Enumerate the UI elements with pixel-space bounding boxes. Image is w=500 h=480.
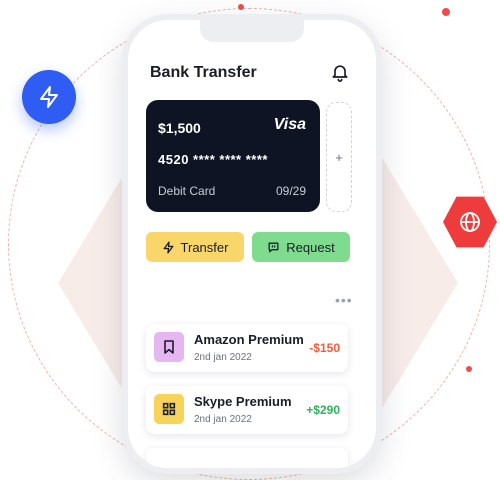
transaction-item[interactable]: Skype Premium 2nd jan 2022 +$290 [146, 386, 348, 434]
transaction-icon-box [154, 394, 184, 424]
card-expiry: 09/29 [275, 184, 306, 198]
bell-icon [332, 65, 348, 82]
transaction-amount: +$290 [306, 403, 340, 417]
transaction-date: 2nd jan 2022 [194, 414, 252, 425]
card-type-label: Debit Card [158, 184, 216, 198]
phone-notch [200, 20, 304, 42]
transaction-date: 2nd jan 2022 [194, 352, 252, 363]
globe-icon [460, 212, 480, 232]
decorative-dot [238, 4, 244, 10]
card-brand: Visa [273, 116, 306, 133]
bookmark-icon [164, 340, 174, 354]
card-balance: $1,500 [158, 120, 201, 136]
lightning-icon [163, 240, 174, 254]
transaction-icon-box [154, 332, 184, 362]
page-title: Bank Transfer [150, 64, 257, 81]
decorative-dot [442, 8, 450, 16]
debit-card[interactable]: $1,500 Visa 4520 **** **** **** Debit Ca… [146, 100, 320, 212]
message-icon [268, 242, 279, 252]
request-button[interactable]: Request [252, 232, 350, 262]
transfer-button[interactable]: Transfer [146, 232, 244, 262]
grid-icon [162, 402, 176, 416]
transaction-amount: -$150 [309, 341, 340, 355]
lightning-icon [40, 86, 58, 108]
phone-frame: Bank Transfer $1,500 Visa 4520 **** ****… [122, 14, 382, 474]
transaction-item-partial [146, 448, 348, 468]
card-number: 4520 **** **** **** [158, 152, 268, 167]
more-options-button[interactable]: ••• [335, 292, 353, 308]
decorative-dot [466, 366, 472, 372]
add-card-button[interactable]: + [326, 102, 352, 212]
plus-icon: + [335, 149, 343, 165]
transfer-label: Transfer [180, 239, 229, 255]
transaction-name: Amazon Premium [194, 332, 304, 347]
request-label: Request [286, 239, 335, 255]
transaction-item[interactable]: Amazon Premium 2nd jan 2022 -$150 [146, 324, 348, 372]
lightning-badge [22, 70, 76, 124]
transaction-name: Skype Premium [194, 394, 292, 409]
notification-button[interactable] [330, 62, 350, 82]
